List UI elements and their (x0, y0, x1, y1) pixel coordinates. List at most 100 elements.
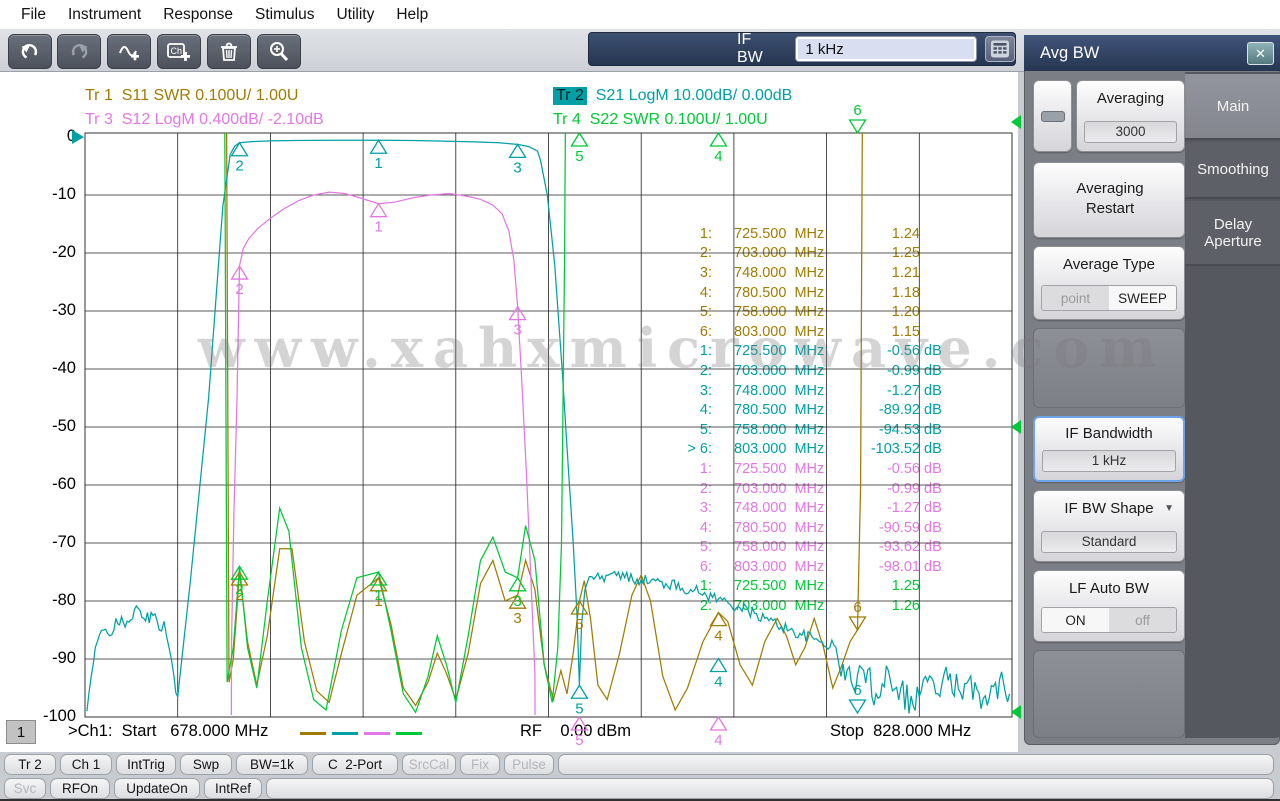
svg-text:5: 5 (575, 700, 583, 717)
undo-button[interactable] (8, 34, 52, 69)
status-button-srccal[interactable]: SrcCal (402, 754, 456, 775)
delete-button[interactable] (207, 34, 251, 69)
marker-table-row: 1: 725.500 MHz -0.56 dB (658, 459, 954, 479)
status-button-updateon[interactable]: UpdateOn (114, 778, 200, 799)
menu-item-help[interactable]: Help (385, 2, 439, 28)
channel-1-button[interactable]: 1 (6, 720, 36, 744)
lf-auto-bw-toggle[interactable]: ON off (1041, 607, 1177, 633)
trace-label: Tr 1 S11 SWR 0.100U/ 1.00U (85, 87, 298, 105)
average-type-sweep[interactable]: SWEEP (1109, 286, 1176, 310)
legend-dash (364, 732, 390, 735)
marker-tr3-2[interactable]: 2 (230, 264, 249, 298)
trace-badge-tr1[interactable]: Tr 1 (85, 87, 113, 105)
menu-item-file[interactable]: File (10, 2, 57, 28)
averaging-value: 3000 (1084, 121, 1177, 143)
lf-auto-bw-off[interactable]: off (1109, 608, 1176, 632)
marker-tr1-5[interactable]: 5 (570, 599, 589, 633)
svg-text:3: 3 (513, 593, 521, 610)
marker-tr2-2[interactable]: 2 (230, 141, 249, 175)
panel-close-button[interactable]: ✕ (1247, 42, 1274, 65)
svg-text:4: 4 (714, 628, 722, 645)
svg-text:1: 1 (374, 219, 382, 236)
marker-tr2-1[interactable]: 1 (369, 139, 388, 172)
status-button-fix[interactable]: Fix (460, 754, 500, 775)
averaging-toggle-button[interactable] (1033, 80, 1072, 152)
redo-button[interactable] (57, 34, 101, 69)
legend-dash (332, 732, 358, 735)
marker-tr1-2[interactable]: 2 (230, 570, 249, 604)
lf-auto-bw-on[interactable]: ON (1042, 608, 1109, 632)
marker-table-row: > 6: 803.000 MHz -103.52 dB (658, 440, 954, 460)
ifbw-input[interactable]: 1 kHz (795, 36, 978, 62)
averaging-button[interactable]: Averaging 3000 (1076, 80, 1185, 152)
marker-tr1-1[interactable]: 1 (369, 576, 388, 610)
marker-tr4-5[interactable]: 5 (570, 131, 589, 165)
if-bandwidth-button[interactable]: IF Bandwidth 1 kHz (1033, 416, 1185, 482)
tab-main[interactable]: Main (1185, 74, 1280, 140)
trace-badge-tr4[interactable]: Tr 4 (553, 111, 581, 129)
marker-num: 5: (699, 539, 712, 556)
trace-format-text: S21 LogM 10.00dB/ 0.00dB (586, 87, 793, 104)
marker-num: 2: (699, 362, 712, 379)
marker-tr4-1[interactable]: 1 (369, 570, 388, 604)
marker-freq: 780.500 MHz (734, 402, 825, 419)
marker-table-row: 6: 803.000 MHz 1.15 (658, 322, 954, 342)
marker-tr3-3[interactable]: 3 (508, 305, 527, 339)
tab-smoothing[interactable]: Smoothing (1185, 142, 1280, 199)
tab-delay-aperture[interactable]: Delay Aperture (1185, 201, 1280, 266)
marker-tr4-4[interactable]: 4 (709, 131, 728, 165)
marker-freq: 758.000 MHz (734, 539, 825, 556)
average-type-button[interactable]: Average Type point SWEEP (1033, 246, 1185, 320)
status-button-inttrig[interactable]: IntTrig (116, 754, 176, 775)
status-button-rfon[interactable]: RFOn (50, 778, 110, 799)
trace-badge-tr3[interactable]: Tr 3 (85, 111, 113, 129)
marker-table-row: 2: 703.000 MHz -0.99 dB (658, 479, 954, 499)
status-button-swp[interactable]: Swp (180, 754, 232, 775)
status-bars: Tr 2 Ch 1 IntTrig Swp BW=1k C 2-Port SrcCal Fix… (0, 752, 1280, 801)
status-button-pulse[interactable]: Pulse (504, 754, 554, 775)
add-trace-button[interactable] (107, 34, 151, 69)
menu-item-utility[interactable]: Utility (325, 2, 385, 28)
marker-tr1-4[interactable]: 4 (709, 611, 728, 645)
marker-freq: 748.000 MHz (734, 500, 825, 517)
marker-val: -0.99 (886, 480, 920, 497)
marker-tr4-3[interactable]: 3 (508, 576, 527, 610)
status-button-c-2-port[interactable]: C 2-Port (312, 754, 398, 775)
menu-item-instrument[interactable]: Instrument (57, 2, 152, 28)
average-type-point[interactable]: point (1042, 286, 1109, 310)
marker-tr2-6[interactable]: 6 (848, 682, 867, 715)
svg-text:4: 4 (714, 674, 722, 691)
status-button-ch-1[interactable]: Ch 1 (60, 754, 112, 775)
averaging-restart-button[interactable]: Averaging Restart (1033, 162, 1185, 238)
zoom-button[interactable] (257, 34, 301, 69)
trace-badge-tr2[interactable]: Tr 2 (553, 87, 587, 105)
status-button-svc[interactable]: Svc (4, 778, 46, 799)
trace-label: Tr 3 S12 LogM 0.400dB/ -2.10dB (85, 111, 324, 129)
marker-table-row: 5: 758.000 MHz -93.62 dB (658, 538, 954, 558)
status-button-bw-1k[interactable]: BW=1k (236, 754, 308, 775)
marker-tr3-1[interactable]: 1 (369, 202, 388, 236)
marker-tr1-3[interactable]: 3 (508, 593, 527, 627)
marker-tr4-6[interactable]: 6 (848, 102, 867, 135)
y-tick-label: -50 (52, 417, 76, 435)
marker-table-row: 4: 780.500 MHz -90.59 dB (658, 518, 954, 538)
if-bw-shape-button[interactable]: IF BW Shape ▼ Standard (1033, 490, 1185, 562)
marker-tr4-2[interactable]: 2 (230, 564, 249, 598)
marker-tr2-5[interactable]: 5 (570, 684, 589, 717)
marker-num: 4: (699, 402, 712, 419)
marker-tr2-3[interactable]: 3 (508, 143, 527, 176)
menu-item-response[interactable]: Response (152, 2, 244, 28)
marker-table-row: 4: 780.500 MHz -89.92 dB (658, 400, 954, 420)
status-button-intref[interactable]: IntRef (204, 778, 262, 799)
marker-tr2-4[interactable]: 4 (709, 657, 728, 691)
menu-item-stimulus[interactable]: Stimulus (244, 2, 325, 28)
lf-auto-bw-button[interactable]: LF Auto BW ON off (1033, 570, 1185, 642)
average-type-toggle[interactable]: point SWEEP (1041, 285, 1177, 311)
keypad-button[interactable] (985, 36, 1015, 62)
add-channel-button[interactable]: Ch (157, 34, 201, 69)
trace-label: Tr 4 S22 SWR 0.100U/ 1.00U (553, 111, 768, 129)
status-button-tr-2[interactable]: Tr 2 (4, 754, 56, 775)
marker-unit: dB (924, 362, 942, 379)
panel-title: Avg BW (1040, 43, 1100, 62)
chevron-down-icon: ▼ (1164, 503, 1174, 514)
